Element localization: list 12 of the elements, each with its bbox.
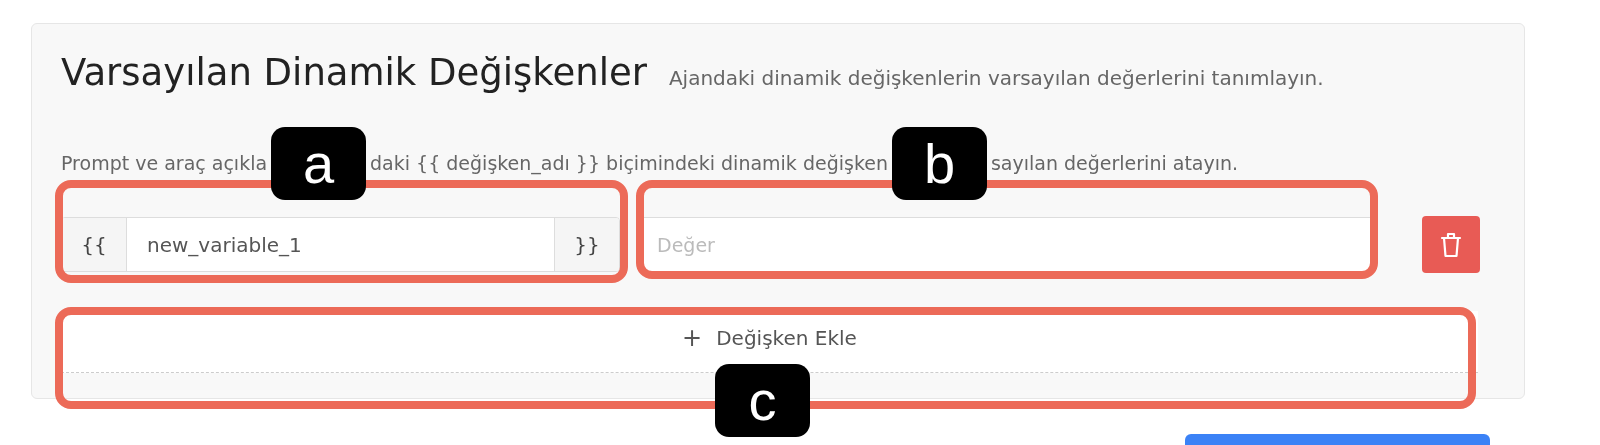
delete-button[interactable] — [1422, 216, 1480, 273]
annotation-label: c — [715, 364, 810, 437]
trash-icon — [1440, 231, 1462, 258]
panel-title: Varsayılan Dinamik Değişkenler — [61, 50, 647, 96]
variable-name-field[interactable]: {{ new_variable_1 }} — [61, 217, 620, 272]
annotation-label: b — [891, 126, 987, 200]
hint-text: daki {{ değişken_adı }} biçimindeki dinamik değişken — [370, 152, 888, 174]
add-variable-button[interactable]: + Değişken Ekle — [61, 311, 1478, 373]
annotation-label: a — [271, 126, 367, 200]
hint-text: sayılan değerlerini atayın. — [990, 152, 1239, 174]
panel-subtitle: Ajandaki dinamik değişkenlerin varsayılan değerlerini tanımlayın. — [668, 66, 1324, 90]
hint-text: Prompt ve araç açıkla — [61, 152, 268, 174]
